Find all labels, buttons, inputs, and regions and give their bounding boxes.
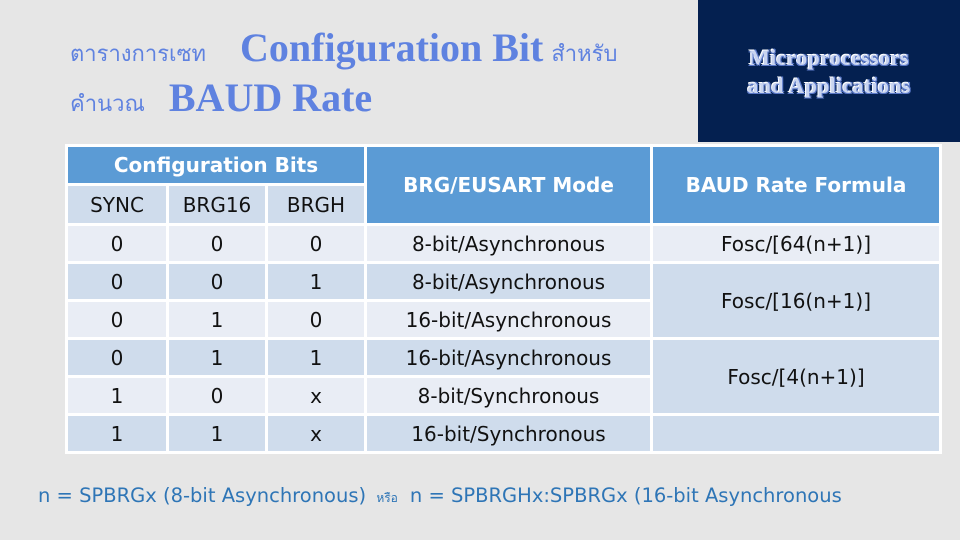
title-thai-calculate: คำนวณ: [70, 92, 145, 117]
brgh-cell: x: [265, 375, 367, 416]
brg16-cell: 0: [166, 375, 268, 416]
table-row: 0 1 1 16-bit/Asynchronous Fosc/[4(n+1)]: [65, 337, 942, 416]
sync-cell: 1: [65, 375, 169, 416]
brgh-cell: 0: [265, 299, 367, 340]
brand-line-2: and Applications: [747, 73, 911, 98]
title-configuration-bit: Configuration Bit: [240, 25, 544, 70]
brg16-cell: 1: [166, 299, 268, 340]
mode-cell: 8-bit/Synchronous: [364, 375, 653, 416]
config-bits-header: Configuration Bits: [65, 144, 367, 186]
course-brand-text: Microprocessors and Applications: [698, 44, 960, 100]
mode-cell: 8-bit/Asynchronous: [364, 223, 653, 264]
title-line-2: คำนวณ BAUD Rate: [70, 78, 372, 118]
brand-line-1: Microprocessors: [748, 45, 910, 70]
brg16-cell: 1: [166, 337, 268, 378]
sync-cell: 0: [65, 337, 169, 378]
formula-header: BAUD Rate Formula: [650, 144, 942, 226]
sync-header: SYNC: [65, 183, 169, 226]
footnote-8bit: n = SPBRGx (8-bit Asynchronous): [38, 484, 367, 507]
brgh-cell: 1: [265, 261, 367, 302]
footnote-n-definition: n = SPBRGx (8-bit Asynchronous) หรือ n = …: [38, 484, 842, 508]
table-row: 0 0 0 8-bit/Asynchronous Fosc/[64(n+1)]: [65, 223, 942, 264]
brgh-cell: 1: [265, 337, 367, 378]
sync-cell: 1: [65, 413, 169, 454]
title-line-1: ตารางการเซท Configuration Bit สำหรับ: [70, 28, 617, 68]
mode-cell: 16-bit/Asynchronous: [364, 337, 653, 378]
brg16-cell: 1: [166, 413, 268, 454]
formula-cell: Fosc/[16(n+1)]: [650, 261, 942, 340]
mode-header: BRG/EUSART Mode: [364, 144, 653, 226]
mode-cell: 16-bit/Asynchronous: [364, 299, 653, 340]
sync-cell: 0: [65, 299, 169, 340]
table-header-row-1: Configuration Bits BRG/EUSART Mode BAUD …: [65, 144, 942, 226]
brgh-cell: 0: [265, 223, 367, 264]
mode-cell: 16-bit/Synchronous: [364, 413, 653, 454]
brgh-cell: x: [265, 413, 367, 454]
sync-cell: 0: [65, 261, 169, 302]
formula-cell: [650, 413, 942, 454]
table-row: 1 1 x 16-bit/Synchronous: [65, 413, 942, 454]
formula-cell: Fosc/[64(n+1)]: [650, 223, 942, 264]
footnote-16bit: n = SPBRGHx:SPBRGx (16-bit Asynchronous: [409, 484, 842, 507]
footnote-or: หรือ: [376, 491, 398, 505]
sync-cell: 0: [65, 223, 169, 264]
brg16-cell: 0: [166, 223, 268, 264]
brgh-header: BRGH: [265, 183, 367, 226]
course-brand-box: Microprocessors and Applications: [698, 0, 960, 142]
title-thai-suffix: สำหรับ: [551, 42, 618, 67]
title-baud-rate: BAUD Rate: [168, 75, 373, 120]
brg16-cell: 0: [166, 261, 268, 302]
table-row: 0 0 1 8-bit/Asynchronous Fosc/[16(n+1)]: [65, 261, 942, 340]
formula-cell: Fosc/[4(n+1)]: [650, 337, 942, 416]
title-thai-prefix: ตารางการเซท: [70, 42, 206, 67]
mode-cell: 8-bit/Asynchronous: [364, 261, 653, 302]
baud-rate-config-table: Configuration Bits BRG/EUSART Mode BAUD …: [65, 144, 942, 454]
brg16-header: BRG16: [166, 183, 268, 226]
